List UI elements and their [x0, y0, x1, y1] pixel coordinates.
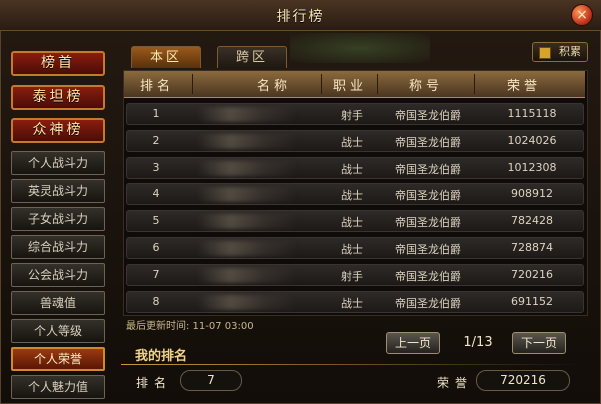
accumulate-button[interactable]: 积累: [532, 42, 588, 62]
redacted-name-blur: [197, 187, 297, 202]
cell-title: 帝国圣龙伯爵: [395, 297, 461, 310]
tab-cross-server[interactable]: 跨区: [217, 46, 287, 68]
cell-honor: 691152: [511, 295, 553, 308]
redacted-name-blur: [197, 214, 297, 229]
header-honor: 荣誉: [506, 79, 541, 94]
coin-icon: [539, 47, 551, 59]
close-icon[interactable]: ×: [571, 4, 593, 26]
my-rank-heading: 我的排名: [135, 349, 188, 364]
redacted-name-blur: [197, 134, 297, 149]
redacted-name-blur: [197, 295, 297, 310]
cell-job: 战士: [341, 189, 363, 202]
cell-honor: 728874: [511, 241, 553, 254]
cell-job: 战士: [341, 297, 363, 310]
cell-rank: 4: [152, 187, 160, 200]
cell-job: 战士: [341, 163, 363, 176]
header-divider: [192, 74, 193, 94]
cell-job: 射手: [341, 109, 363, 122]
cell-title: 帝国圣龙伯爵: [395, 216, 461, 229]
cell-rank: 3: [152, 161, 160, 174]
menu-total-power[interactable]: 综合战斗力: [11, 235, 105, 259]
window-title: 排行榜: [276, 9, 325, 25]
cell-title: 帝国圣龙伯爵: [395, 136, 461, 149]
menu-child-power[interactable]: 子女战斗力: [11, 207, 105, 231]
table-row[interactable]: 2 战士 帝国圣龙伯爵 1024026: [126, 130, 584, 152]
cell-rank: 8: [152, 295, 160, 308]
page-indicator: 1/13: [463, 335, 493, 350]
table-row[interactable]: 5 战士 帝国圣龙伯爵 782428: [126, 210, 584, 232]
cell-job: 战士: [341, 243, 363, 256]
cell-job: 战士: [341, 216, 363, 229]
title-bar: 排行榜 ×: [0, 0, 601, 31]
cell-honor: 720216: [511, 268, 553, 281]
cell-title: 帝国圣龙伯爵: [395, 243, 461, 256]
cell-honor: 1012308: [507, 161, 557, 174]
tab-local-server[interactable]: 本区: [131, 46, 201, 68]
cell-rank: 2: [152, 134, 160, 147]
cell-rank: 7: [152, 268, 160, 281]
redacted-name-blur: [197, 107, 297, 122]
table-row[interactable]: 6 战士 帝国圣龙伯爵 728874: [126, 237, 584, 259]
table-header: 排名 名称 职业 称号 荣誉: [124, 71, 585, 98]
menu-top-rank[interactable]: 榜首: [11, 51, 105, 76]
menu-personal-honor[interactable]: 个人荣誉: [11, 347, 105, 371]
menu-titan-rank[interactable]: 泰坦榜: [11, 85, 105, 110]
cell-honor: 782428: [511, 214, 553, 227]
accumulate-label: 积累: [559, 45, 581, 58]
menu-beast-soul[interactable]: 兽魂值: [11, 291, 105, 315]
cell-title: 帝国圣龙伯爵: [395, 109, 461, 122]
cell-honor: 1024026: [507, 134, 557, 147]
header-job: 职业: [332, 79, 367, 94]
header-rank: 排名: [139, 79, 174, 94]
table-row[interactable]: 7 射手 帝国圣龙伯爵 720216: [126, 264, 584, 286]
cell-title: 帝国圣龙伯爵: [395, 163, 461, 176]
table-row[interactable]: 4 战士 帝国圣龙伯爵 908912: [126, 183, 584, 205]
my-rank-label: 排名: [136, 376, 173, 390]
background-glow: [290, 33, 430, 63]
menu-guild-power[interactable]: 公会战斗力: [11, 263, 105, 287]
my-rank-divider: [121, 364, 581, 365]
menu-personal-charm[interactable]: 个人魅力值: [11, 375, 105, 399]
menu-personal-level[interactable]: 个人等级: [11, 319, 105, 343]
my-honor-label: 荣誉: [437, 376, 474, 390]
table-row[interactable]: 3 战士 帝国圣龙伯爵 1012308: [126, 157, 584, 179]
cell-job: 射手: [341, 270, 363, 283]
prev-page-button[interactable]: 上一页: [386, 332, 440, 354]
cell-title: 帝国圣龙伯爵: [395, 189, 461, 202]
cell-rank: 5: [152, 214, 160, 227]
redacted-name-blur: [197, 268, 297, 283]
last-updated-text: 最后更新时间: 11-07 03:00: [126, 321, 254, 332]
cell-title: 帝国圣龙伯爵: [395, 270, 461, 283]
table-row[interactable]: 1 射手 帝国圣龙伯爵 1115118: [126, 103, 584, 125]
my-rank-value: 7: [180, 370, 242, 391]
table-row[interactable]: 8 战士 帝国圣龙伯爵 691152: [126, 291, 584, 313]
next-page-button[interactable]: 下一页: [512, 332, 566, 354]
menu-gods-rank[interactable]: 众神榜: [11, 118, 105, 143]
redacted-name-blur: [197, 241, 297, 256]
cell-job: 战士: [341, 136, 363, 149]
redacted-name-blur: [197, 161, 297, 176]
cell-rank: 1: [152, 107, 160, 120]
cell-rank: 6: [152, 241, 160, 254]
cell-honor: 908912: [511, 187, 553, 200]
my-honor-value: 720216: [476, 370, 570, 391]
menu-personal-power[interactable]: 个人战斗力: [11, 151, 105, 175]
header-title: 称号: [408, 79, 443, 94]
cell-honor: 1115118: [507, 107, 557, 120]
menu-hero-power[interactable]: 英灵战斗力: [11, 179, 105, 203]
